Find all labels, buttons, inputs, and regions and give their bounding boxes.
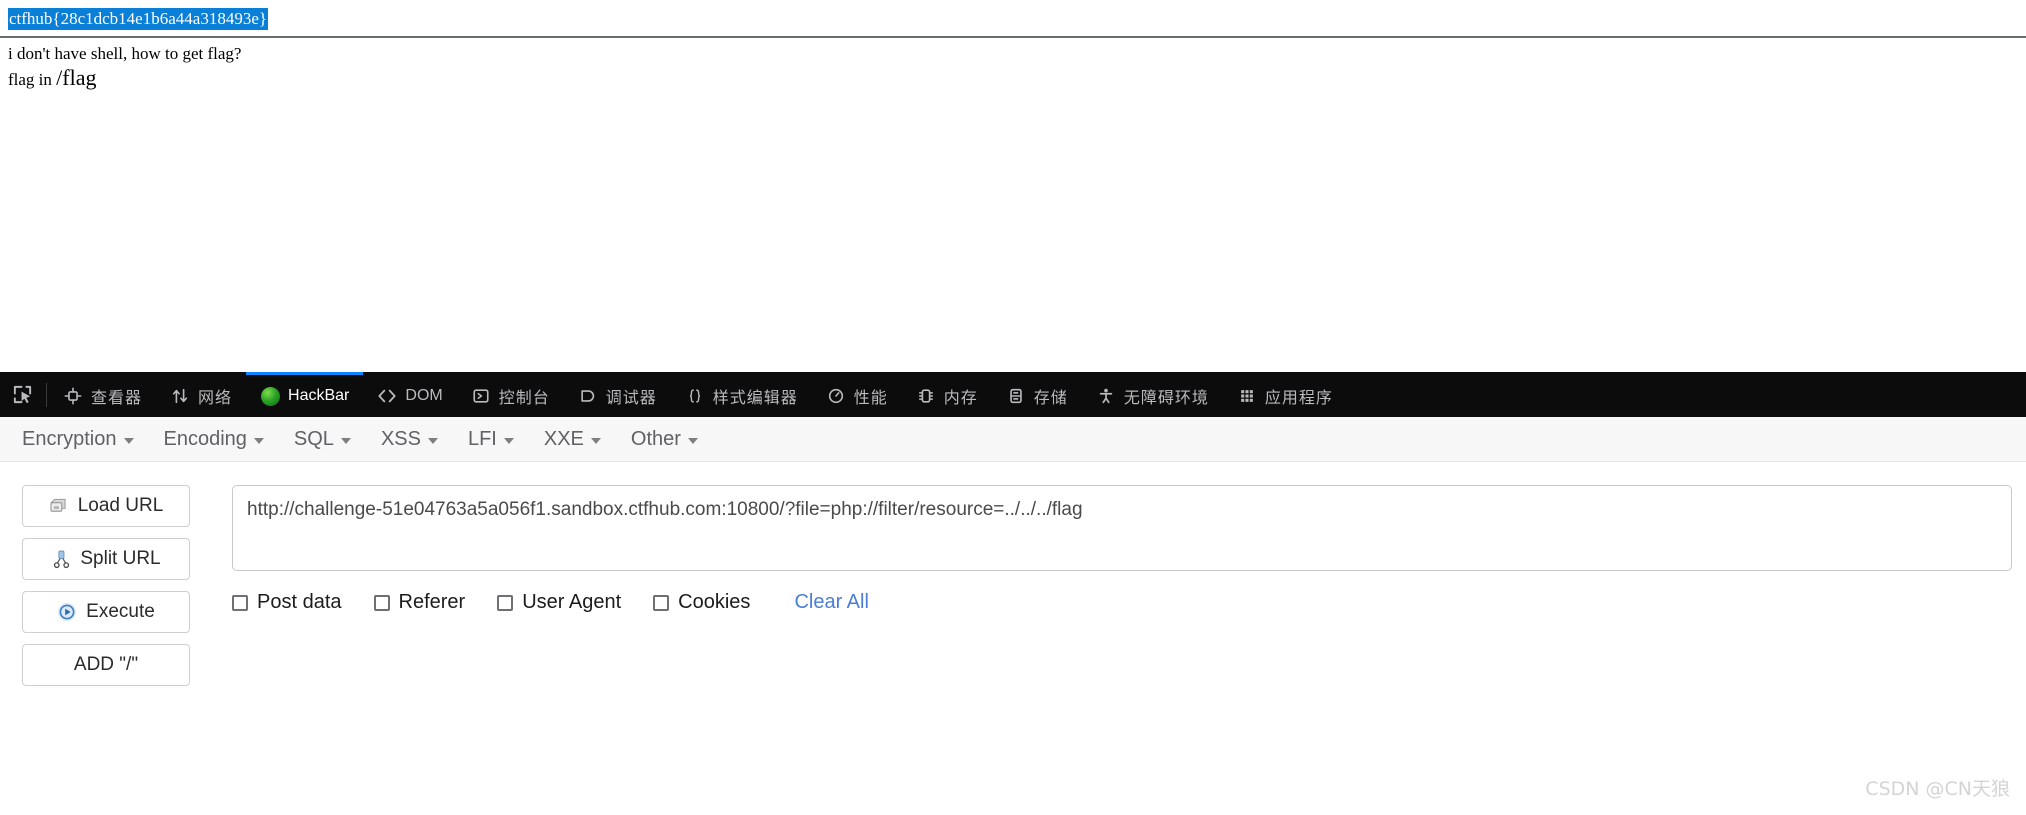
split-url-button[interactable]: Split URL — [22, 538, 190, 580]
app-grid-icon — [1237, 386, 1257, 406]
menu-xss[interactable]: XSS — [381, 428, 438, 451]
checkbox-label: User Agent — [522, 591, 622, 613]
page-hint-prefix: flag in — [8, 70, 57, 89]
chevron-down-icon — [123, 437, 134, 444]
checkbox-icon — [653, 594, 670, 611]
tab-hackbar[interactable]: HackBar — [246, 372, 364, 417]
play-icon — [57, 602, 77, 622]
checkbox-label: Referer — [398, 591, 466, 613]
hackbar-url-area — [232, 485, 2012, 576]
tab-application[interactable]: 应用程序 — [1223, 372, 1347, 417]
menu-xxe[interactable]: XXE — [544, 428, 601, 451]
menu-label: XSS — [380, 427, 421, 450]
page-horizontal-rule — [0, 36, 2026, 40]
tab-console[interactable]: 控制台 — [457, 372, 564, 417]
tab-debugger[interactable]: 调试器 — [564, 372, 671, 417]
tab-memory[interactable]: 内存 — [902, 372, 992, 417]
url-input[interactable] — [232, 485, 2012, 571]
load-url-icon — [49, 496, 69, 516]
chevron-down-icon — [503, 437, 514, 444]
tab-network[interactable]: 网络 — [156, 372, 246, 417]
menu-label: Encoding — [163, 427, 247, 450]
console-icon — [471, 386, 491, 406]
tab-performance[interactable]: 性能 — [812, 372, 902, 417]
load-url-button[interactable]: Load URL — [22, 485, 190, 527]
menu-label: SQL — [293, 427, 334, 450]
menu-encoding[interactable]: Encoding — [164, 428, 264, 451]
checkbox-label: Cookies — [678, 591, 751, 613]
menu-label: LFI — [467, 427, 497, 450]
button-label: Load URL — [77, 495, 164, 516]
execute-button[interactable]: Execute — [22, 591, 190, 633]
checkbox-icon — [232, 594, 248, 611]
checkbox-icon — [373, 594, 390, 611]
tab-label: 存储 — [1033, 388, 1068, 407]
curly-braces-icon — [685, 386, 705, 406]
checkbox-referer[interactable]: Referer — [373, 591, 466, 614]
checkbox-post-data[interactable]: Post data — [232, 591, 342, 614]
menu-other[interactable]: Other — [631, 428, 698, 451]
chevron-down-icon — [253, 437, 264, 444]
clear-all-link[interactable]: Clear All — [794, 591, 868, 614]
debugger-icon — [578, 386, 598, 406]
element-picker-button[interactable] — [0, 372, 44, 417]
chevron-down-icon — [427, 437, 438, 444]
tab-label: DOM — [405, 387, 443, 404]
page-hint-text: flag in /flag — [8, 66, 96, 92]
firefox-logo-icon — [260, 386, 280, 406]
hackbar-options-row: Post data Referer User Agent Cookies Cle… — [232, 591, 869, 614]
button-label: ADD "/" — [73, 654, 139, 675]
button-label: Split URL — [80, 548, 161, 569]
checkbox-cookies[interactable]: Cookies — [653, 591, 750, 614]
chevron-down-icon — [590, 437, 601, 444]
code-brackets-icon — [377, 386, 397, 406]
chevron-down-icon — [687, 437, 698, 444]
hackbar-menubar: Encryption Encoding SQL XSS LFI XXE Othe… — [0, 417, 2026, 462]
menu-sql[interactable]: SQL — [294, 428, 351, 451]
checkbox-user-agent[interactable]: User Agent — [497, 591, 621, 614]
menu-lfi[interactable]: LFI — [468, 428, 514, 451]
network-icon — [170, 386, 190, 406]
tab-label: 无障碍环境 — [1123, 388, 1209, 407]
tab-storage[interactable]: 存储 — [992, 372, 1082, 417]
checkbox-label: Post data — [257, 591, 342, 613]
menu-label: Encryption — [22, 427, 117, 450]
flag-output-line: ctfhub{28c1dcb14e1b6a44a318493e} — [8, 8, 269, 30]
menu-encryption[interactable]: Encryption — [22, 428, 134, 451]
tab-label: 调试器 — [605, 388, 657, 407]
button-label: Execute — [86, 601, 155, 622]
tab-label: 控制台 — [498, 388, 550, 407]
menu-label: XXE — [543, 427, 584, 450]
tab-label: 性能 — [853, 388, 888, 407]
tab-style-editor[interactable]: 样式编辑器 — [671, 372, 812, 417]
tab-label: 内存 — [943, 388, 978, 407]
devtools-toolbar: 查看器 网络 HackBar DOM 控制台 调试器 样式编辑器 性能 内存 存… — [0, 372, 2026, 417]
flag-selected-text[interactable]: ctfhub{28c1dcb14e1b6a44a318493e} — [8, 8, 269, 30]
chevron-down-icon — [340, 437, 351, 444]
tab-accessibility[interactable]: 无障碍环境 — [1082, 372, 1223, 417]
tab-label: 应用程序 — [1264, 388, 1333, 407]
hackbar-action-buttons: Load URL Split URL Execute ADD "/" — [22, 485, 190, 686]
accessibility-icon — [1096, 386, 1116, 406]
checkbox-icon — [497, 594, 514, 611]
menu-label: Other — [630, 427, 681, 450]
memory-icon — [916, 386, 936, 406]
tab-label: 样式编辑器 — [712, 388, 798, 407]
inspector-icon — [63, 386, 83, 406]
tab-dom[interactable]: DOM — [363, 372, 456, 417]
page-question-text: i don't have shell, how to get flag? — [8, 44, 242, 63]
scissors-icon — [51, 549, 71, 569]
add-slash-button[interactable]: ADD "/" — [22, 644, 190, 686]
tab-label: HackBar — [288, 387, 350, 404]
tab-inspector[interactable]: 查看器 — [49, 372, 156, 417]
hackbar-panel: Load URL Split URL Execute ADD "/" http:… — [0, 463, 2026, 815]
page-hint-path: /flag — [56, 65, 97, 90]
tab-label: 查看器 — [91, 388, 143, 407]
storage-icon — [1006, 386, 1026, 406]
toolbar-divider — [46, 382, 47, 407]
browser-page-viewport: ctfhub{28c1dcb14e1b6a44a318493e} i don't… — [0, 0, 2026, 370]
tab-label: 网络 — [198, 388, 233, 407]
gauge-icon — [826, 386, 846, 406]
